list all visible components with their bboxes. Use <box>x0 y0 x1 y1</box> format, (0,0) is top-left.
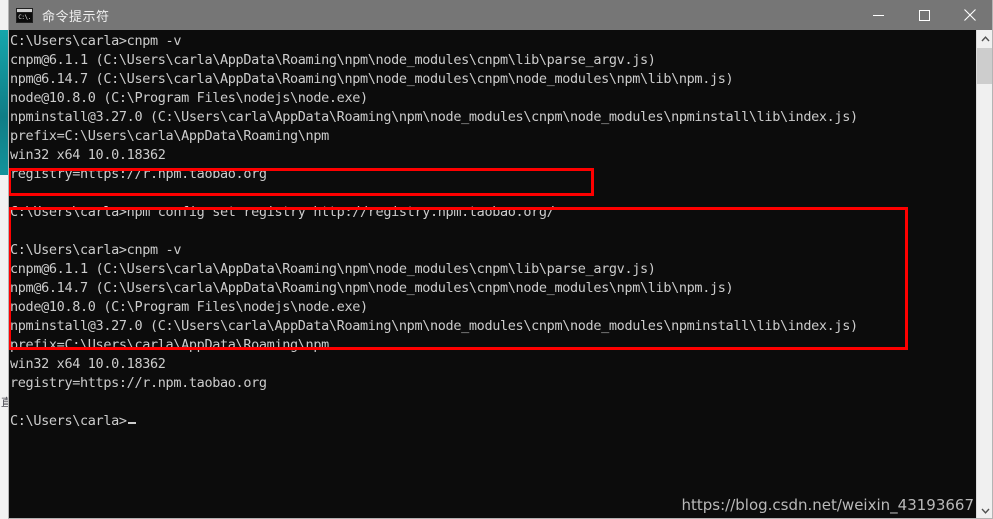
background-window-teal-strip <box>0 30 8 175</box>
window-title: 命令提示符 <box>42 9 110 25</box>
terminal-line: node@10.8.0 (C:\Program Files\nodejs\nod… <box>10 90 368 106</box>
console-output-area[interactable]: C:\Users\carla>cnpm -v cnpm@6.1.1 (C:\Use… <box>8 30 993 519</box>
terminal-cursor <box>127 422 136 424</box>
terminal-line: cnpm@6.1.1 (C:\Users\carla\AppData\Roami… <box>10 52 656 68</box>
terminal-line: win32 x64 10.0.18362 <box>10 356 166 372</box>
scroll-down-arrow-icon[interactable] <box>977 502 993 519</box>
terminal-prompt: C:\Users\carla> <box>10 413 127 429</box>
terminal-line: npm@6.14.7 (C:\Users\carla\AppData\Roami… <box>10 71 734 87</box>
title-bar[interactable]: C:\. 命令提示符 <box>8 0 993 30</box>
terminal-line: node@10.8.0 (C:\Program Files\nodejs\nod… <box>10 299 368 315</box>
close-button[interactable] <box>947 0 993 30</box>
terminal-line: registry=https://r.npm.taobao.org <box>10 375 267 391</box>
terminal-prompt-line: C:\Users\carla> <box>10 412 976 431</box>
scroll-up-arrow-icon[interactable] <box>977 30 993 47</box>
scrollbar-thumb[interactable] <box>977 48 993 84</box>
terminal-line: prefix=C:\Users\carla\AppData\Roaming\np… <box>10 337 329 353</box>
terminal-line: npminstall@3.27.0 (C:\Users\carla\AppDat… <box>10 109 858 125</box>
terminal-line: npminstall@3.27.0 (C:\Users\carla\AppDat… <box>10 318 858 334</box>
command-prompt-window: C:\. 命令提示符 C:\Users\carla>cnpm -v cnpm@6… <box>8 0 993 519</box>
terminal-line: win32 x64 10.0.18362 <box>10 147 166 163</box>
terminal-line: C:\Users\carla>npm config set registry h… <box>10 204 555 220</box>
terminal-line: C:\Users\carla>cnpm -v <box>10 33 182 49</box>
minimize-button[interactable] <box>855 0 901 30</box>
vertical-scrollbar[interactable] <box>976 30 993 519</box>
terminal-line: npm@6.14.7 (C:\Users\carla\AppData\Roami… <box>10 280 734 296</box>
maximize-button[interactable] <box>901 0 947 30</box>
console-icon-label: C:\. <box>17 12 32 22</box>
terminal-line: C:\Users\carla>cnpm -v <box>10 242 182 258</box>
terminal-line: cnpm@6.1.1 (C:\Users\carla\AppData\Roami… <box>10 261 656 277</box>
window-controls <box>855 0 993 30</box>
screen: 直 C:\. 命令提示符 C:\Users\carla>cnpm -v cnpm… <box>0 0 993 519</box>
terminal-line: registry=https://r.npm.taobao.org <box>10 166 267 182</box>
console-icon: C:\. <box>16 7 33 23</box>
terminal-line: prefix=C:\Users\carla\AppData\Roaming\np… <box>10 128 329 144</box>
terminal-text: C:\Users\carla>cnpm -v cnpm@6.1.1 (C:\Use… <box>10 32 976 431</box>
watermark-text: https://blog.csdn.net/weixin_43193667 <box>681 496 974 514</box>
